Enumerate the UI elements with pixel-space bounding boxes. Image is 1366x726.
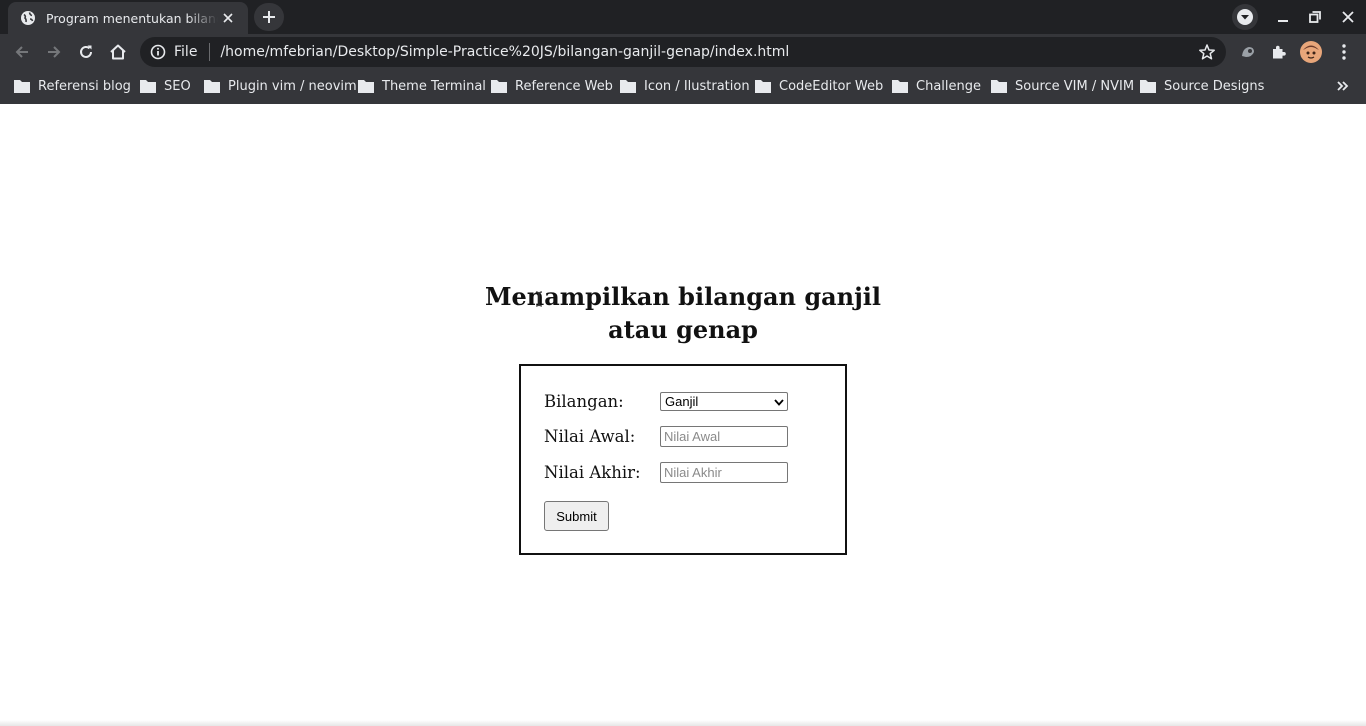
bilangan-selected-value: Ganjil — [665, 393, 699, 409]
bookmark-folder[interactable]: Plugin vim / neovim — [204, 76, 357, 96]
bookmark-label: Source VIM / NVIM — [1015, 78, 1135, 94]
folder-icon — [620, 80, 636, 93]
bookmark-folder[interactable]: Icon / Ilustration — [620, 76, 750, 96]
extension-button[interactable] — [1237, 41, 1259, 63]
home-button[interactable] — [104, 38, 132, 66]
nilai-awal-row: Nilai Awal: — [544, 424, 844, 448]
info-icon[interactable] — [150, 44, 166, 60]
tab-search-button[interactable] — [1232, 4, 1258, 30]
page-title-line-2: atau genap — [608, 315, 758, 344]
restore-icon — [1309, 11, 1321, 23]
folder-icon — [204, 80, 220, 93]
folder-icon — [140, 80, 156, 93]
bookmark-label: Theme Terminal — [382, 78, 486, 94]
star-icon[interactable] — [1198, 43, 1216, 61]
page-bottom-edge — [0, 720, 1366, 726]
nilai-akhir-input[interactable] — [660, 461, 788, 483]
nilai-awal-input[interactable] — [660, 425, 788, 447]
folder-icon — [991, 80, 1007, 93]
folder-icon — [14, 80, 30, 93]
bookmark-label: Reference Web — [515, 78, 613, 94]
omnibox-divider — [209, 43, 211, 61]
bookmarks-bar: Referensi blog SEO Plugin vim / neovim T… — [0, 70, 1366, 102]
bookmark-label: Source Designs — [1164, 78, 1265, 94]
extension-logo-icon — [1242, 47, 1254, 57]
minimize-icon — [1278, 20, 1288, 22]
avatar-icon — [1300, 41, 1322, 63]
browser-menu-button[interactable] — [1333, 41, 1355, 63]
number-form: Bilangan: Ganjil Nilai Awal: Nilai Akhir… — [519, 364, 847, 555]
arrow-left-icon — [15, 46, 28, 58]
bookmark-folder[interactable]: Challenge — [892, 76, 981, 96]
chevron-down-icon — [1237, 9, 1253, 25]
bookmark-folder[interactable]: SEO — [140, 76, 191, 96]
new-tab-button[interactable] — [254, 3, 284, 31]
close-window-button[interactable] — [1336, 6, 1360, 28]
bookmark-folder[interactable]: Source VIM / NVIM — [991, 76, 1134, 96]
tab-close-icon[interactable] — [218, 8, 238, 28]
bilangan-select[interactable]: Ganjil — [660, 391, 788, 411]
kebab-menu-icon — [1342, 44, 1346, 60]
close-icon — [1342, 11, 1354, 23]
profile-avatar[interactable] — [1300, 41, 1322, 63]
page-title-line-1: Menampilkan bilangan ganjil — [484, 282, 882, 311]
address-bar[interactable]: File /home/mfebrian/Desktop/Simple-Pract… — [140, 37, 1226, 67]
plus-icon — [263, 11, 275, 23]
nilai-awal-label: Nilai Awal: — [544, 426, 636, 446]
scheme-label: File — [174, 44, 198, 60]
bookmark-label: Plugin vim / neovim — [228, 78, 357, 94]
bookmark-label: SEO — [164, 78, 191, 94]
bookmark-label: CodeEditor Web — [779, 78, 884, 94]
url-text[interactable]: /home/mfebrian/Desktop/Simple-Practice%2… — [220, 44, 789, 60]
bookmark-folder[interactable]: Referensi blog — [14, 76, 131, 96]
home-icon — [110, 44, 126, 60]
bilangan-row: Bilangan: Ganjil — [544, 390, 844, 412]
extensions-button[interactable] — [1268, 41, 1290, 63]
folder-icon — [358, 80, 374, 93]
puzzle-icon — [1273, 45, 1286, 59]
bilangan-label: Bilangan: — [544, 391, 624, 411]
reload-button[interactable] — [72, 38, 100, 66]
back-button[interactable] — [8, 38, 36, 66]
bookmark-folder[interactable]: Theme Terminal — [358, 76, 486, 96]
double-chevron-right-icon[interactable] — [1334, 78, 1352, 94]
minimize-window-button[interactable] — [1271, 6, 1295, 28]
folder-icon — [491, 80, 507, 93]
text-cursor-icon — [535, 291, 543, 307]
browser-toolbar: File /home/mfebrian/Desktop/Simple-Pract… — [0, 34, 1366, 70]
tab-title: Program menentukan bilangan ganjil atau … — [46, 10, 218, 26]
folder-icon — [755, 80, 771, 93]
browser-chrome: Program menentukan bilangan ganjil atau … — [0, 0, 1366, 104]
folder-icon — [1140, 80, 1156, 93]
nilai-akhir-row: Nilai Akhir: — [544, 460, 844, 484]
browser-tab[interactable]: Program menentukan bilangan ganjil atau … — [8, 2, 248, 34]
submit-button[interactable]: Submit — [544, 501, 609, 531]
folder-icon — [892, 80, 908, 93]
restore-window-button[interactable] — [1303, 6, 1327, 28]
nilai-akhir-label: Nilai Akhir: — [544, 462, 641, 482]
bookmark-folder[interactable]: Source Designs — [1140, 76, 1264, 96]
bookmark-folder[interactable]: CodeEditor Web — [755, 76, 883, 96]
page-viewport: Menampilkan bilangan ganjil atau genap B… — [0, 104, 1366, 726]
chevron-down-icon — [774, 398, 784, 406]
page-title: Menampilkan bilangan ganjil atau genap — [483, 280, 883, 346]
arrow-right-icon — [48, 46, 61, 58]
globe-icon — [21, 11, 35, 25]
reload-icon — [80, 45, 92, 58]
bookmark-label: Referensi blog — [38, 78, 131, 94]
forward-button[interactable] — [40, 38, 68, 66]
bookmark-folder[interactable]: Reference Web — [491, 76, 613, 96]
bookmark-label: Icon / Ilustration — [644, 78, 750, 94]
tab-strip: Program menentukan bilangan ganjil atau … — [0, 0, 1366, 34]
bookmark-label: Challenge — [916, 78, 981, 94]
